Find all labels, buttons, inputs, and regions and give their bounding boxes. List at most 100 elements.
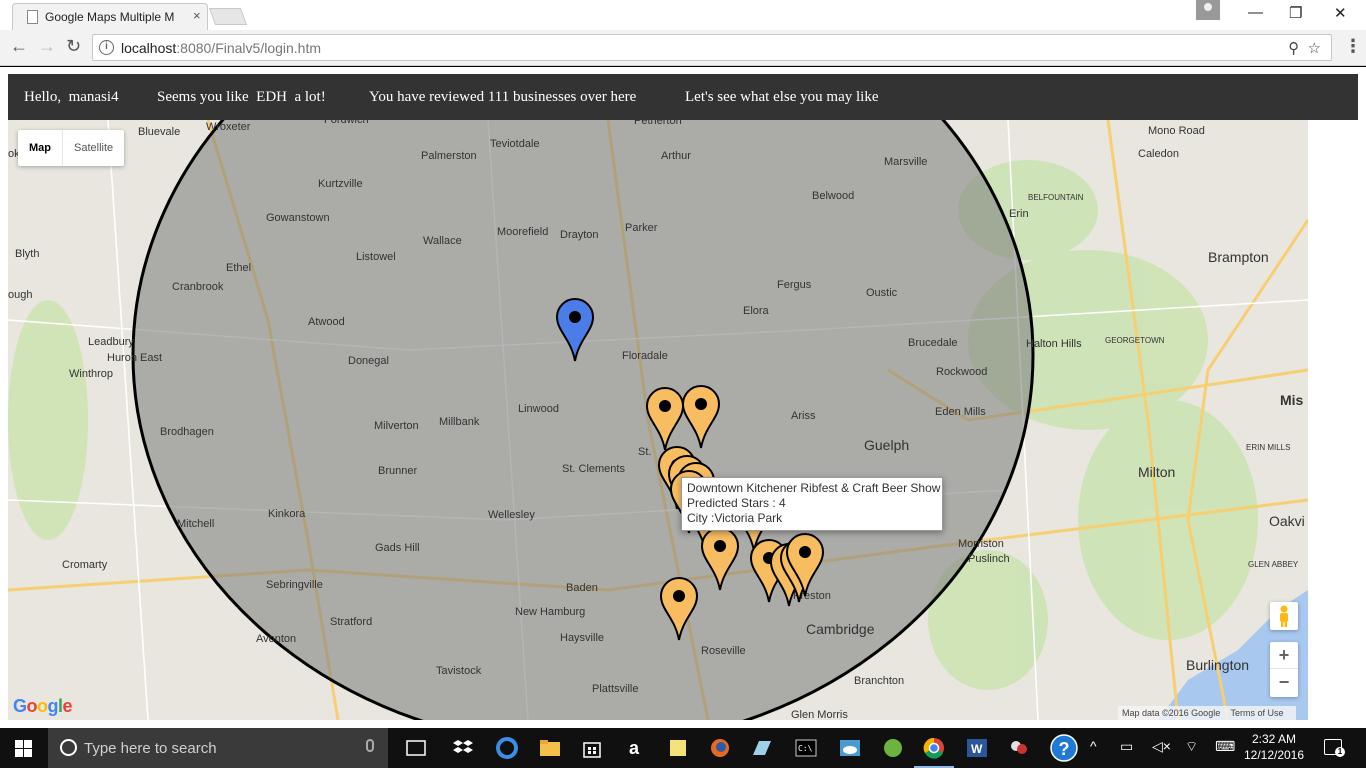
wifi-icon[interactable]: ⌔ xyxy=(1185,738,1198,756)
url-path: :8080/Finalv5/login.htm xyxy=(176,40,322,56)
map-place-label: Blyth xyxy=(15,248,39,260)
app-icon-blue[interactable] xyxy=(748,734,776,762)
microphone-icon[interactable] xyxy=(366,739,374,752)
marker-info-window: Downtown Kitchener Ribfest & Craft Beer … xyxy=(681,477,943,531)
map-place-label: Bluevale xyxy=(138,126,180,138)
sticky-notes-icon[interactable] xyxy=(664,734,692,762)
terminal-icon[interactable]: C:\ xyxy=(792,734,820,762)
app-icon-flower[interactable] xyxy=(1005,734,1033,762)
browser-tab[interactable]: Google Maps Multiple M × xyxy=(12,3,208,30)
map-place-label: Plattsville xyxy=(592,683,638,695)
map-place-label: Huron East xyxy=(107,352,162,364)
address-bar[interactable]: i localhost:8080/Finalv5/login.htm ⚲ ☆ xyxy=(92,34,1332,61)
url-text[interactable]: localhost:8080/Finalv5/login.htm xyxy=(121,40,321,56)
search-placeholder: Type here to search xyxy=(84,740,217,757)
map-place-label: Kurtzville xyxy=(318,178,363,190)
zoom-control: + − xyxy=(1270,642,1298,697)
map-place-label: Guelph xyxy=(864,437,909,453)
store-icon[interactable] xyxy=(578,734,606,762)
bookmark-star-icon[interactable]: ☆ xyxy=(1308,40,1321,57)
windows-taskbar: Type here to search a C:\ W ? ^ ▭ ◁× ⌔ ⌨… xyxy=(0,728,1366,768)
dropbox-icon[interactable] xyxy=(449,734,477,762)
google-map[interactable]: Bluevale Wroxeter Fordwich Petherton Mono Ro… xyxy=(8,120,1308,720)
file-explorer-icon[interactable] xyxy=(536,734,564,762)
volume-icon[interactable]: ◁× xyxy=(1152,738,1171,755)
map-attribution: Map data ©2016 Google Terms of Use xyxy=(1118,706,1296,720)
start-button[interactable] xyxy=(15,740,32,757)
minimize-button[interactable]: — xyxy=(1248,4,1263,21)
svg-text:W: W xyxy=(971,742,983,756)
search-icon xyxy=(60,739,77,756)
map-place-label: Wellesley xyxy=(488,509,535,521)
map-place-label: Stratford xyxy=(330,616,372,628)
recommendation-text: Let's see what else you may like xyxy=(685,89,879,105)
battery-icon[interactable]: ▭ xyxy=(1120,738,1133,755)
zoom-out-button[interactable]: − xyxy=(1270,669,1298,696)
close-window-button[interactable]: ✕ xyxy=(1334,4,1347,22)
page-content: Hello, manasi4 Seems you like EDH a lot!… xyxy=(0,67,1366,728)
google-logo: Google xyxy=(13,696,73,716)
map-place-label: Rockwood xyxy=(936,366,987,378)
map-place-label: Kinkora xyxy=(268,508,306,520)
reload-icon[interactable]: ↻ xyxy=(66,36,81,57)
map-place-label: Brunner xyxy=(378,465,417,477)
new-tab-button[interactable] xyxy=(208,8,248,25)
app-icon-cloud[interactable] xyxy=(836,734,864,762)
map-place-label: Elora xyxy=(743,305,770,317)
taskbar-clock[interactable]: 2:32 AM 12/12/2016 xyxy=(1243,731,1305,763)
url-host: localhost xyxy=(121,40,177,56)
browser-menu-icon[interactable]: ⋮ xyxy=(1344,36,1362,57)
zoom-in-button[interactable]: + xyxy=(1270,642,1298,669)
map-place-label: Marsville xyxy=(884,156,927,168)
map-type-map-button[interactable]: Map xyxy=(18,130,62,166)
map-place-label: Linwood xyxy=(518,403,559,415)
map-place-label: Caledon xyxy=(1138,148,1179,160)
tab-close-icon[interactable]: × xyxy=(193,8,201,23)
map-place-label: Brampton xyxy=(1208,249,1269,265)
terms-of-use-link[interactable]: Terms of Use xyxy=(1231,708,1284,718)
word-icon[interactable]: W xyxy=(963,734,991,762)
map-type-satellite-button[interactable]: Satellite xyxy=(62,130,124,166)
likes-text: Seems you like EDH a lot! xyxy=(157,89,326,105)
map-place-label: ough xyxy=(8,289,32,301)
map-place-label: Milverton xyxy=(374,420,419,432)
task-view-icon[interactable] xyxy=(402,734,430,762)
map-place-label: Milton xyxy=(1138,464,1175,480)
browser-toolbar: ← → ↻ i localhost:8080/Finalv5/login.htm… xyxy=(0,30,1366,66)
help-icon[interactable]: ? xyxy=(1050,734,1078,762)
map-place-label: Sebringville xyxy=(266,579,323,591)
user-profile-icon[interactable] xyxy=(1196,0,1220,20)
pin-icon[interactable]: ⚲ xyxy=(1288,40,1299,57)
map-place-label: Puslinch xyxy=(968,553,1010,565)
taskbar-search[interactable]: Type here to search xyxy=(48,728,388,768)
map-canvas[interactable]: Bluevale Wroxeter Fordwich Petherton Mono Ro… xyxy=(8,120,1308,720)
map-place-label: Ethel xyxy=(226,262,251,274)
restore-button[interactable]: ❐ xyxy=(1289,4,1302,22)
keyboard-icon[interactable]: ⌨ xyxy=(1215,738,1235,755)
amazon-icon[interactable]: a xyxy=(620,734,648,762)
map-place-label: Oakvi xyxy=(1269,513,1305,529)
map-place-label: Oustic xyxy=(866,287,898,299)
map-place-label: Haysville xyxy=(560,632,604,644)
forward-icon[interactable]: → xyxy=(38,36,56,57)
back-icon[interactable]: ← xyxy=(10,36,28,57)
firefox-icon[interactable] xyxy=(706,734,734,762)
show-hidden-icons[interactable]: ^ xyxy=(1090,738,1097,754)
map-place-label: Tavistock xyxy=(436,665,482,677)
business-name: Downtown Kitchener Ribfest & Craft Beer … xyxy=(687,481,941,495)
map-place-label: Winthrop xyxy=(69,368,113,380)
clock-time: 2:32 AM xyxy=(1251,732,1297,746)
info-icon[interactable]: i xyxy=(99,40,114,55)
chrome-icon[interactable] xyxy=(914,734,954,768)
map-place-label: Atwood xyxy=(308,316,345,328)
spring-tool-icon[interactable] xyxy=(879,734,907,762)
map-place-label: Moorefield xyxy=(497,226,548,238)
action-center-icon[interactable]: 1 xyxy=(1324,739,1345,757)
edge-browser-icon[interactable] xyxy=(493,734,521,762)
map-place-label: Belwood xyxy=(812,190,854,202)
map-place-label: Mis xyxy=(1280,392,1304,408)
predicted-stars: Predicted Stars : 4 xyxy=(687,496,786,510)
street-view-pegman-icon[interactable] xyxy=(1270,602,1298,630)
map-place-label: Drayton xyxy=(560,229,599,241)
map-place-label: Ariss xyxy=(791,410,816,422)
